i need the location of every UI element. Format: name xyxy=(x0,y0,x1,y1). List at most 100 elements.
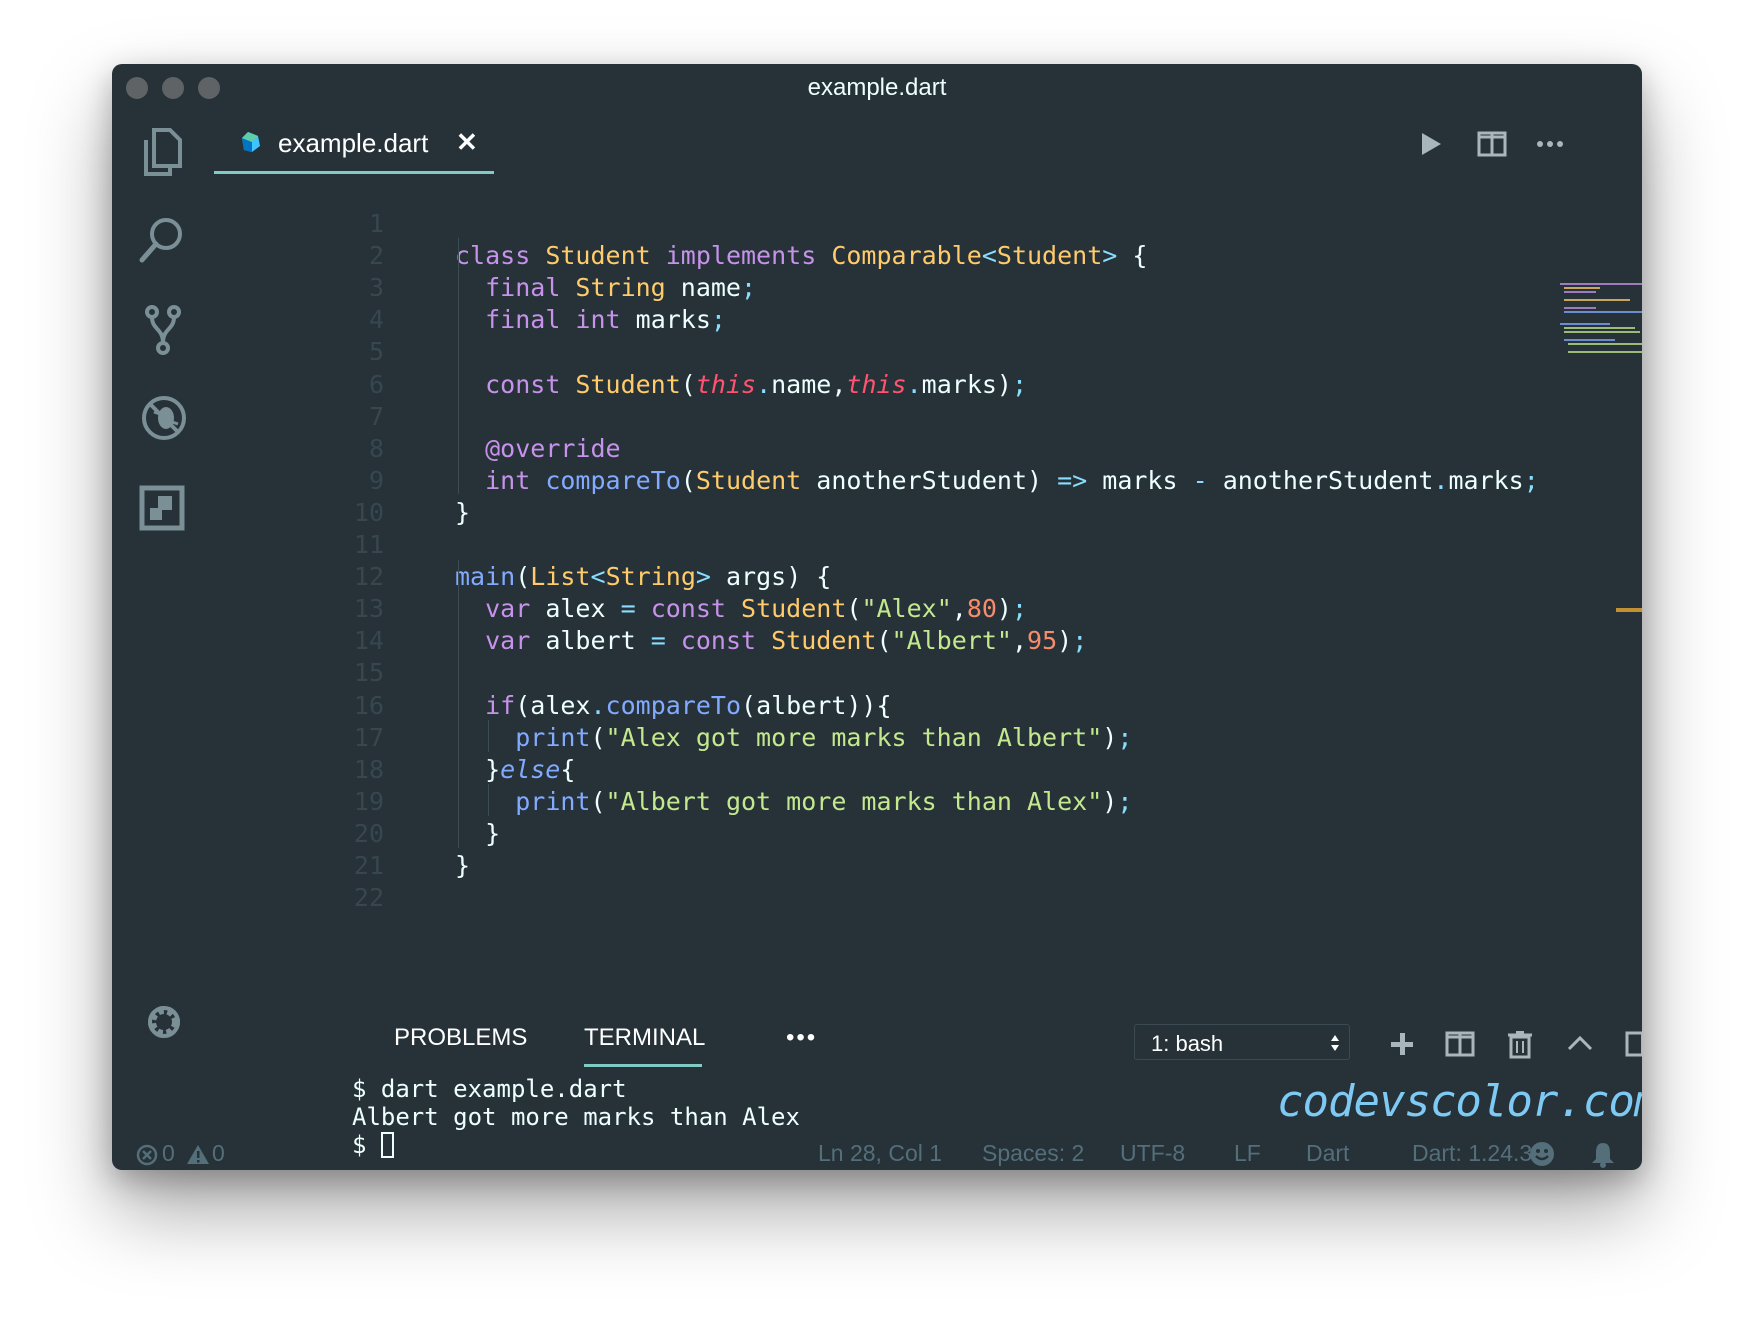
code-token: ( xyxy=(590,787,606,816)
error-icon[interactable] xyxy=(136,1144,158,1166)
watermark: codevscolor.com xyxy=(1277,1076,1642,1127)
indent-guide xyxy=(458,560,459,848)
add-icon[interactable] xyxy=(1386,1028,1418,1060)
explorer-icon[interactable] xyxy=(134,122,194,182)
vscode-window: example.dart example.dart ✕ 1 2 class St… xyxy=(112,64,1642,1170)
code-token: compareTo xyxy=(605,691,742,720)
panel-layout-icon[interactable] xyxy=(1624,1028,1642,1060)
code-token: const xyxy=(650,594,742,623)
split-terminal-icon[interactable] xyxy=(1444,1028,1476,1060)
code-token: ; xyxy=(1117,723,1133,752)
warning-icon[interactable] xyxy=(186,1143,210,1165)
code-token: Student xyxy=(741,594,847,623)
code-token: else xyxy=(500,755,561,784)
code-token: ) xyxy=(1102,787,1118,816)
code-token: 95 xyxy=(1027,626,1058,655)
language-mode[interactable]: Dart xyxy=(1306,1140,1349,1167)
cursor-position[interactable]: Ln 28, Col 1 xyxy=(818,1140,942,1167)
run-icon[interactable] xyxy=(1414,128,1446,160)
code-token: final xyxy=(485,305,576,334)
code-token: final xyxy=(485,273,576,302)
chevron-up-icon[interactable] xyxy=(1564,1028,1596,1060)
code-token: marks xyxy=(1448,466,1524,495)
source-control-icon[interactable] xyxy=(134,300,194,360)
code-token: Student xyxy=(545,241,666,270)
code-token: 80 xyxy=(966,594,997,623)
tab-example-dart[interactable]: example.dart ✕ xyxy=(214,112,494,174)
indent-guide xyxy=(488,784,489,816)
code-token: String xyxy=(605,562,696,591)
gear-icon[interactable] xyxy=(134,992,194,1052)
code-token: ( xyxy=(515,562,531,591)
bell-icon[interactable] xyxy=(1590,1140,1616,1168)
code-text: var albert = const Student("Albert",95); xyxy=(455,623,1087,659)
encoding[interactable]: UTF-8 xyxy=(1120,1140,1185,1167)
line-number: 2 xyxy=(368,241,384,270)
search-icon[interactable] xyxy=(134,210,194,270)
line-number: 16 xyxy=(353,691,384,720)
code-token: ) xyxy=(1057,626,1073,655)
warning-count[interactable]: 0 xyxy=(212,1140,225,1167)
error-count[interactable]: 0 xyxy=(162,1140,175,1167)
line-number: 15 xyxy=(353,658,384,687)
line-number: 1 xyxy=(368,209,384,238)
dart-file-icon xyxy=(242,132,260,152)
smiley-icon[interactable] xyxy=(1528,1140,1556,1168)
line-number: 6 xyxy=(368,370,384,399)
code-token: String xyxy=(575,273,681,302)
code-token: , xyxy=(951,594,967,623)
line-number: 7 xyxy=(368,402,384,431)
tab-terminal[interactable]: TERMINAL xyxy=(584,1024,705,1052)
line-number: 4 xyxy=(368,305,384,334)
code-token: = xyxy=(620,594,651,623)
code-text: final String name; xyxy=(455,270,756,306)
terminal-select[interactable]: 1: bash xyxy=(1134,1024,1350,1060)
line-ending[interactable]: LF xyxy=(1234,1140,1261,1167)
select-arrows-icon xyxy=(1331,1035,1339,1051)
code-token: ) xyxy=(1102,723,1118,752)
line-number: 22 xyxy=(353,883,384,912)
line-number: 21 xyxy=(353,851,384,880)
more-icon[interactable] xyxy=(1534,128,1566,160)
dart-sdk-version[interactable]: Dart: 1.24.3 xyxy=(1412,1140,1532,1167)
line-number: 13 xyxy=(353,594,384,623)
tab-close-button[interactable]: ✕ xyxy=(456,127,478,158)
line-number: 17 xyxy=(353,723,384,752)
code-token: ; xyxy=(1011,370,1028,399)
code-token: @override xyxy=(485,434,621,463)
panel-more-button[interactable]: ••• xyxy=(786,1024,817,1052)
trash-icon[interactable] xyxy=(1504,1028,1536,1060)
minimap[interactable] xyxy=(1560,280,1642,360)
indentation[interactable]: Spaces: 2 xyxy=(982,1140,1084,1167)
code-token: => xyxy=(1057,466,1103,495)
extensions-icon[interactable] xyxy=(134,478,194,538)
code-editor[interactable]: 1 2 class Student implements Comparable<St… xyxy=(214,174,1642,1016)
code-token: ( xyxy=(680,370,696,399)
code-token: ) xyxy=(996,594,1012,623)
terminal-line: Albert got more marks than Alex xyxy=(352,1103,800,1131)
code-token: ( xyxy=(846,594,862,623)
overview-ruler-mark xyxy=(1616,608,1642,612)
code-token: (albert)){ xyxy=(741,691,892,720)
debug-icon[interactable] xyxy=(134,388,194,448)
code-token: > xyxy=(695,562,711,591)
code-token: alex xyxy=(545,594,621,623)
line-number: 20 xyxy=(353,819,384,848)
active-tab-indicator xyxy=(584,1064,702,1067)
code-token: marks) xyxy=(921,370,1012,399)
code-token: ; xyxy=(741,273,757,302)
split-editor-icon[interactable] xyxy=(1476,128,1508,160)
code-token: print xyxy=(515,723,591,752)
code-text: @override xyxy=(455,431,621,467)
code-token: albert xyxy=(545,626,651,655)
editor-tab-bar: example.dart ✕ xyxy=(214,112,1642,174)
tab-problems[interactable]: PROBLEMS xyxy=(394,1024,527,1052)
code-token: } xyxy=(455,498,471,527)
code-token: < xyxy=(981,241,997,270)
code-token: class xyxy=(455,241,546,270)
